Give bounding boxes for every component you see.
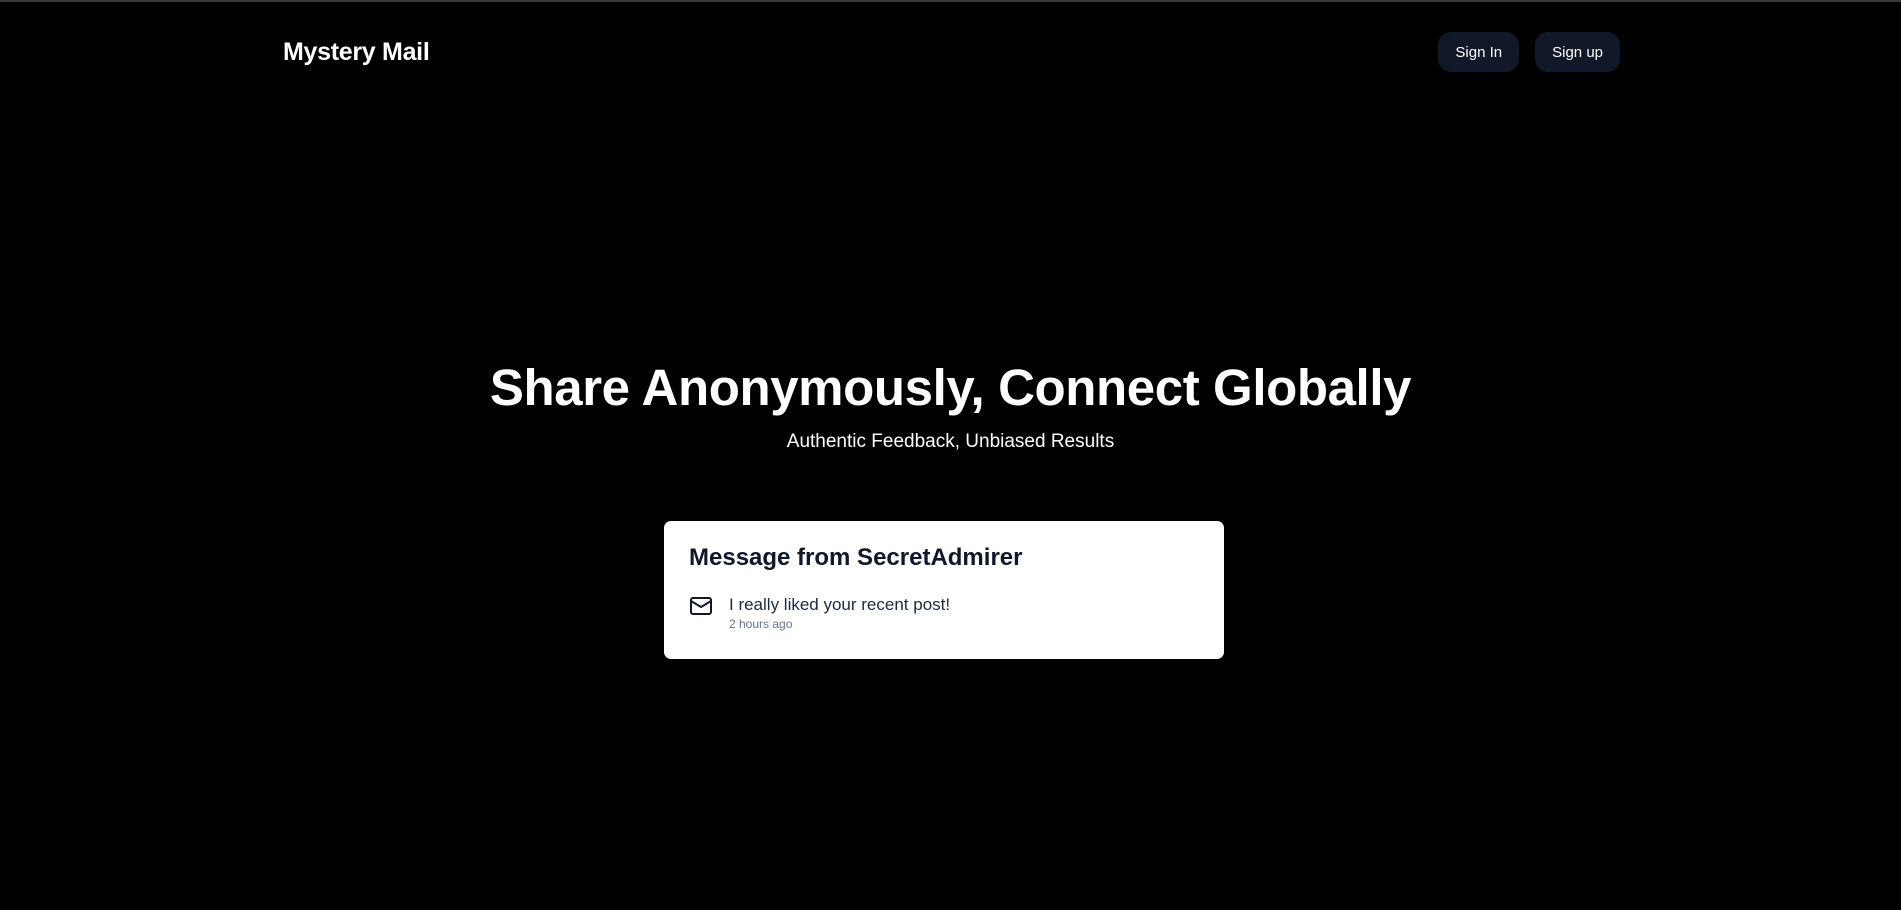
message-card: Message from SecretAdmirer I really like… <box>664 521 1224 659</box>
nav-actions: Sign In Sign up <box>1438 32 1620 72</box>
page: Mystery Mail Sign In Sign up Share Anony… <box>0 0 1901 910</box>
message-card-body: I really liked your recent post! 2 hours… <box>689 595 1199 632</box>
message-timestamp: 2 hours ago <box>729 617 793 631</box>
brand-logo[interactable]: Mystery Mail <box>283 38 430 67</box>
sign-in-button[interactable]: Sign In <box>1438 32 1520 72</box>
mail-icon <box>689 595 729 623</box>
message-content: I really liked your recent post! 2 hours… <box>729 595 950 632</box>
navbar: Mystery Mail Sign In Sign up <box>283 30 1620 74</box>
message-text: I really liked your recent post! <box>729 595 951 614</box>
sign-up-button[interactable]: Sign up <box>1535 32 1620 72</box>
hero-title: Share Anonymously, Connect Globally <box>489 359 1412 416</box>
hero-section: Share Anonymously, Connect Globally Auth… <box>0 358 1901 454</box>
hero-subtitle: Authentic Feedback, Unbiased Results <box>786 431 1115 452</box>
message-card-title: Message from SecretAdmirer <box>689 544 1023 571</box>
